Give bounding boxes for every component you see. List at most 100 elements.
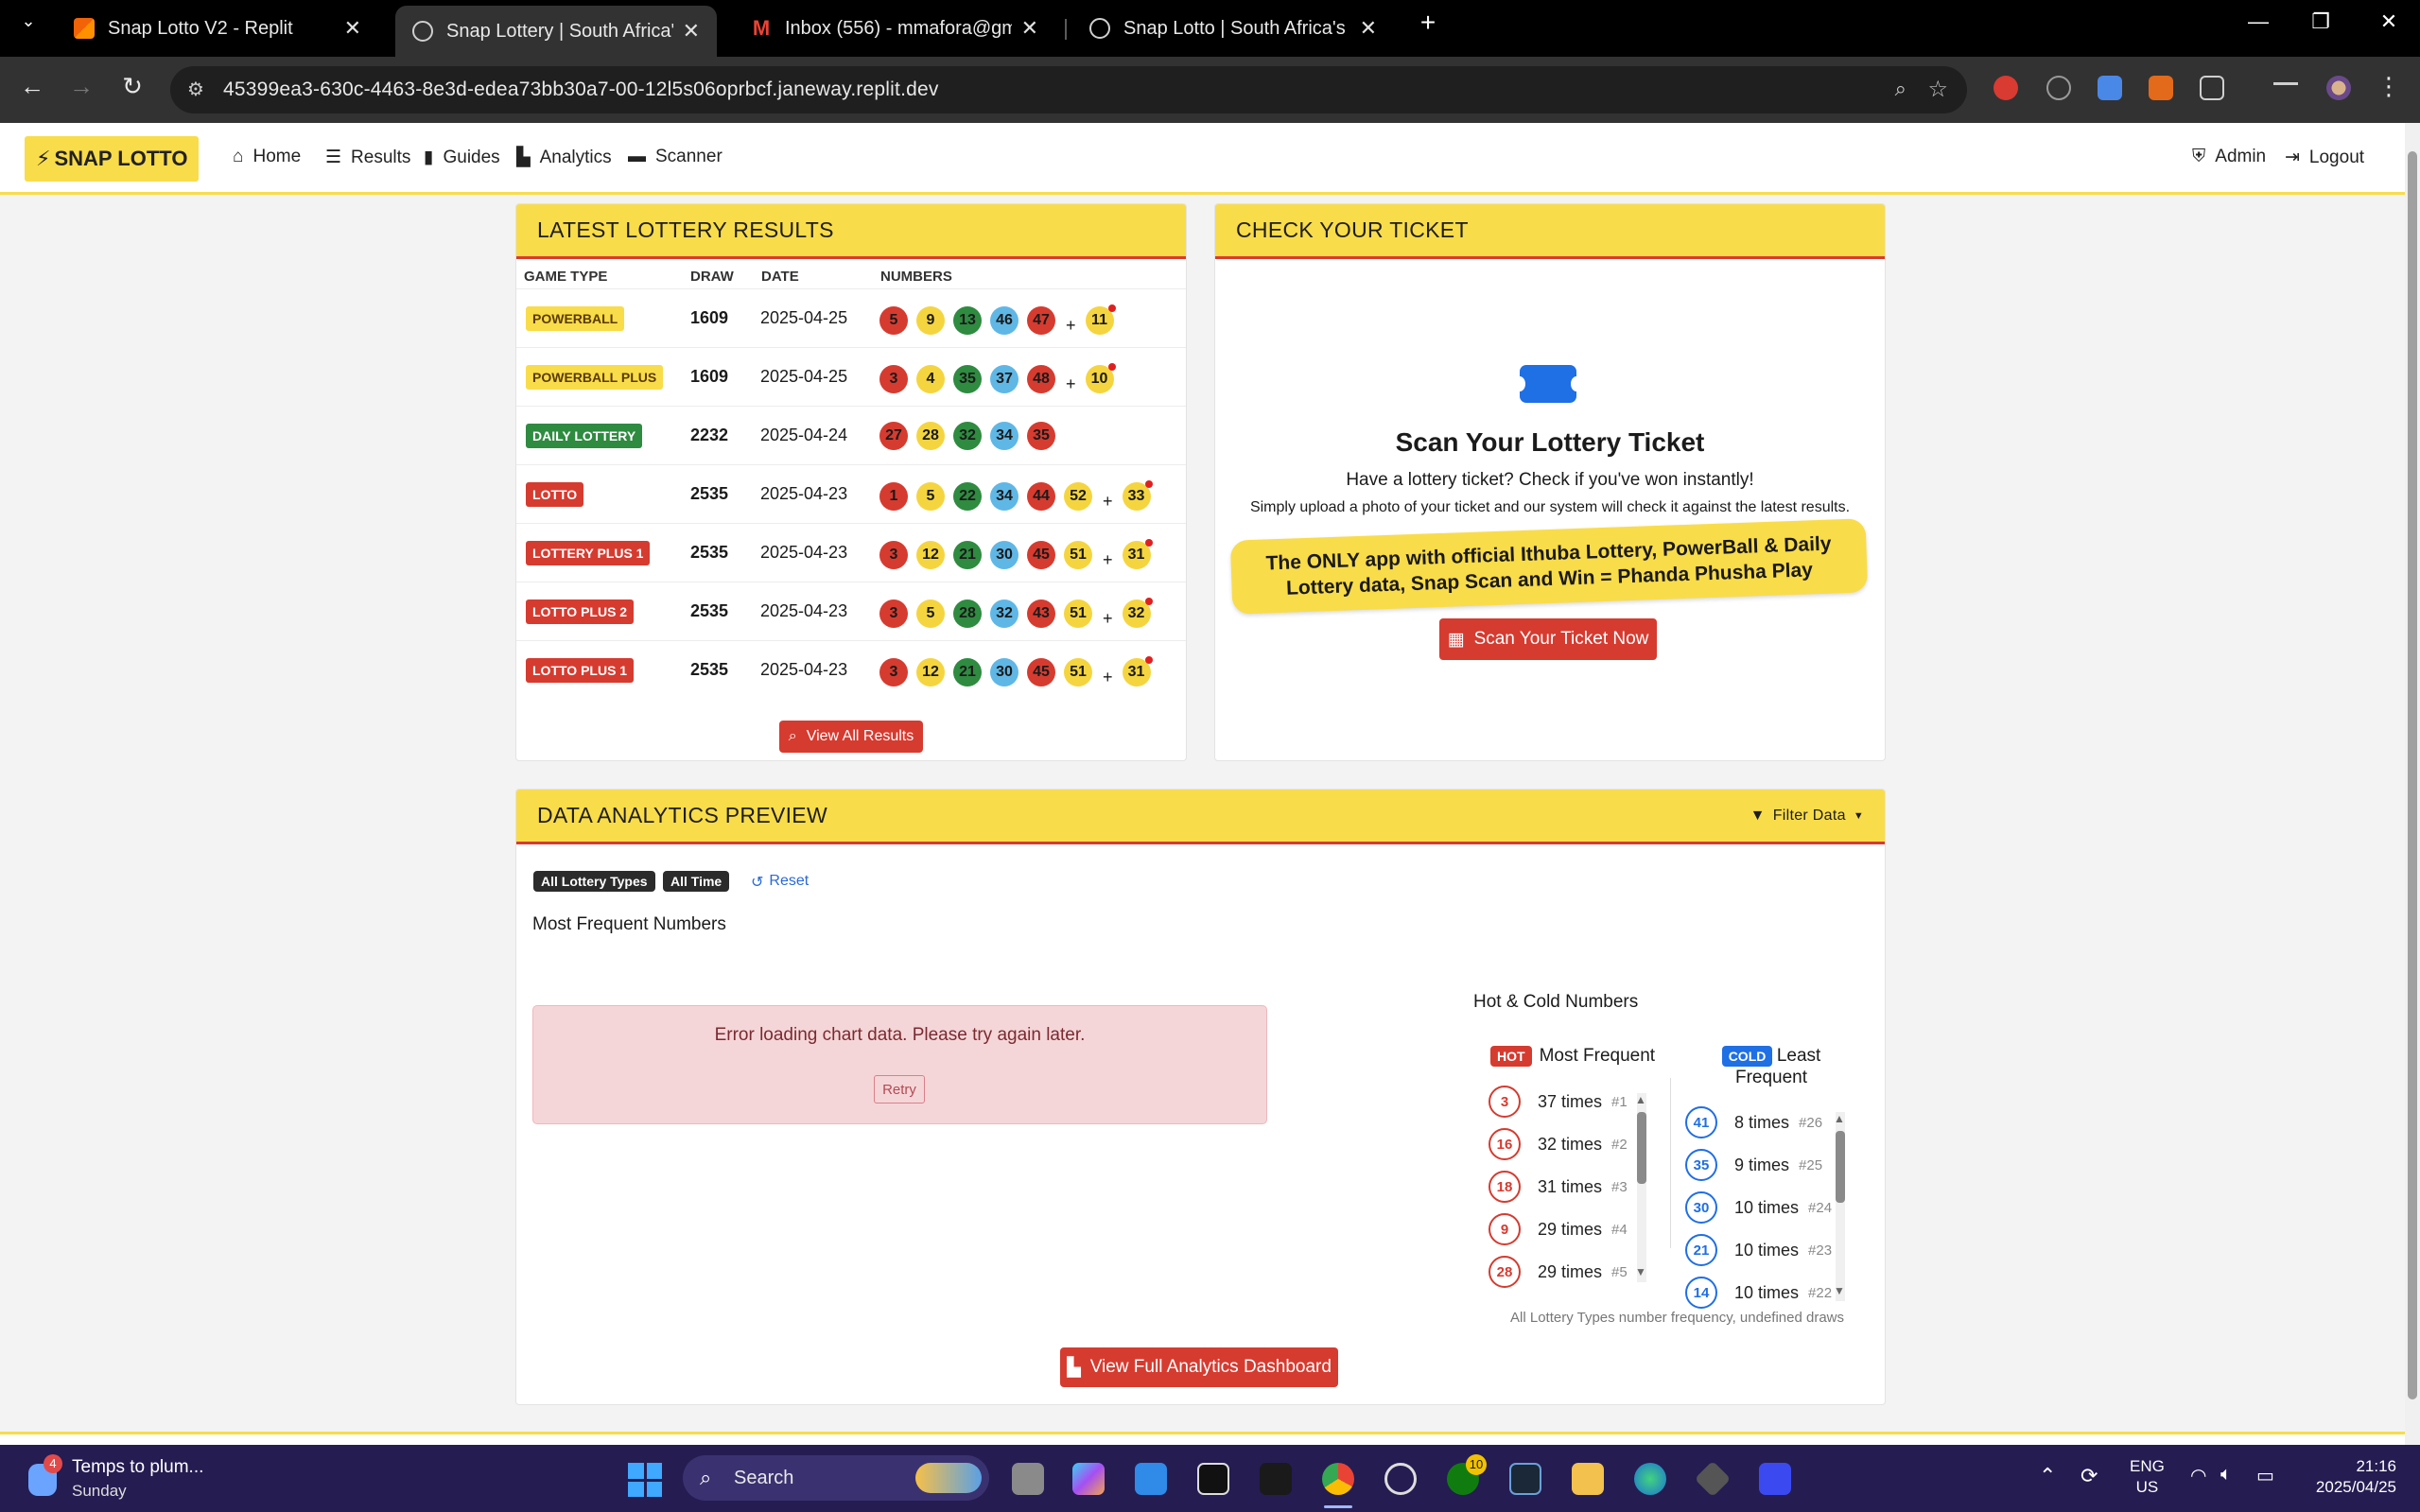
scroll-down-icon[interactable]: ▼ — [1635, 1265, 1646, 1278]
vscode-icon[interactable] — [1135, 1463, 1167, 1495]
taskbar-search[interactable]: ⌕ Search — [683, 1455, 989, 1501]
restore-icon[interactable]: ❐ — [2302, 9, 2340, 34]
forward-icon[interactable]: → — [64, 72, 98, 101]
header-draw: DRAW — [690, 269, 734, 285]
battery-icon[interactable]: ▭ — [2256, 1464, 2274, 1487]
results-row: POWERBALL PLUS 1609 2025-04-25 3 4 35 37 48 +10 — [516, 347, 1186, 406]
nav-home[interactable]: ⌂ Home — [233, 147, 301, 167]
reset-link[interactable]: ↺ Reset — [751, 873, 809, 892]
figma-icon[interactable] — [1260, 1463, 1292, 1495]
results-row: LOTTO PLUS 2 2535 2025-04-23 3 5 28 32 43 51 +32 — [516, 582, 1186, 640]
view-all-results-button[interactable]: ⌕ View All Results — [779, 721, 923, 753]
bonus-ball: 11 — [1085, 304, 1116, 335]
window-close-icon[interactable]: ✕ — [2370, 9, 2408, 34]
task-view-icon[interactable] — [1012, 1463, 1044, 1495]
plus-sign: + — [1066, 316, 1076, 335]
bonus-ball: 31 — [1122, 538, 1153, 569]
wifi-icon[interactable]: ◠ — [2190, 1464, 2206, 1487]
scan-line-1: Have a lottery ticket? Check if you've w… — [1346, 470, 1754, 490]
scan-line-2: Simply upload a photo of your ticket and… — [1249, 499, 1851, 515]
close-icon[interactable]: ✕ — [683, 19, 700, 43]
back-icon[interactable]: ← — [15, 72, 49, 101]
nav-logout[interactable]: ⇥ Logout — [2285, 147, 2364, 168]
menu-kebab-icon[interactable]: ⋮ — [2372, 72, 2406, 101]
hot-list-scrollbar[interactable]: ▲ ▼ — [1635, 1093, 1646, 1282]
close-icon[interactable]: ✕ — [344, 16, 361, 41]
minimize-icon[interactable]: — — [2239, 9, 2277, 34]
app-icon[interactable] — [1759, 1463, 1791, 1495]
frequency-rank: #25 — [1799, 1156, 1823, 1173]
windows-start-icon[interactable] — [628, 1463, 662, 1497]
sync-icon[interactable]: ⟳ — [2081, 1464, 2098, 1488]
frequency-rank: #4 — [1611, 1221, 1628, 1238]
scroll-up-icon[interactable]: ▲ — [1635, 1093, 1646, 1106]
edge-icon[interactable] — [1634, 1463, 1666, 1495]
retry-button[interactable]: Retry — [874, 1075, 925, 1104]
scrollbar-thumb[interactable] — [2408, 151, 2417, 1399]
copilot-icon[interactable] — [1072, 1463, 1105, 1495]
new-tab-icon[interactable]: + — [1409, 8, 1447, 38]
nav-guides[interactable]: ▮ Guides — [424, 147, 500, 168]
github-desktop-icon[interactable] — [1384, 1463, 1417, 1495]
chart-icon: ▙ — [516, 148, 531, 167]
close-icon[interactable]: ✕ — [1021, 16, 1038, 41]
media-control-icon[interactable] — [2273, 82, 2298, 96]
tab-snap-lotto[interactable]: Snap Lotto | South Africa's #1 P ✕ — [1072, 6, 1394, 51]
tab-snap-lottery[interactable]: Snap Lottery | South Africa's #1 ✕ — [395, 6, 717, 57]
steam-icon[interactable] — [1509, 1463, 1541, 1495]
profile-avatar[interactable] — [2326, 76, 2351, 100]
unity-icon[interactable] — [1694, 1460, 1732, 1498]
chrome-icon[interactable] — [1322, 1463, 1354, 1495]
nav-analytics[interactable]: ▙ Analytics — [516, 147, 612, 168]
scan-ticket-button[interactable]: ▦ Scan Your Ticket Now — [1439, 618, 1657, 660]
clock[interactable]: 21:16 2025/04/25 — [2298, 1456, 2396, 1498]
scrollbar-thumb[interactable] — [1637, 1112, 1646, 1184]
brand-logo[interactable]: ⚡ SNAP LOTTO — [25, 136, 200, 182]
plus-sign: + — [1103, 668, 1113, 686]
extension-fox-icon[interactable] — [2149, 76, 2173, 100]
number-ball: 27 — [879, 422, 908, 450]
close-icon[interactable]: ✕ — [1360, 16, 1377, 41]
number-ball: 4 — [916, 364, 945, 393]
bookmark-star-icon[interactable]: ☆ — [1927, 76, 1948, 103]
ticket-icon: ▬ — [628, 147, 646, 166]
address-bar[interactable]: ⚙ 45399ea3-630c-4463-8e3d-edea73bb30a7-0… — [170, 66, 1967, 113]
filter-dropdown[interactable]: ▼ Filter Data ▼ — [1750, 808, 1864, 825]
zoom-icon[interactable]: ⌕ — [1895, 77, 1906, 101]
chevron-up-icon[interactable]: ⌃ — [2039, 1464, 2056, 1488]
scroll-up-icon[interactable]: ▲ — [1834, 1112, 1845, 1125]
scrollbar-thumb[interactable] — [1836, 1131, 1845, 1203]
tab-gmail[interactable]: M Inbox (556) - mmafora@gmail.c ✕ — [734, 6, 1055, 51]
language-indicator[interactable]: ENG US — [2130, 1456, 2165, 1498]
nav-scanner[interactable]: ▬ Scanner — [628, 147, 723, 167]
frequency-count: 32 times — [1538, 1134, 1603, 1154]
cold-number-item: 21 10 times #23 — [1685, 1234, 1832, 1266]
volume-icon[interactable]: 🔈︎ — [2220, 1464, 2232, 1486]
frequency-rank: #2 — [1611, 1136, 1628, 1153]
weather-title[interactable]: Temps to plum... — [72, 1457, 203, 1478]
site-info-icon[interactable]: ⚙ — [187, 78, 204, 101]
extension-circle-icon[interactable] — [2046, 76, 2071, 100]
scroll-down-icon[interactable]: ▼ — [1834, 1284, 1845, 1297]
view-analytics-dashboard-button[interactable]: ▙ View Full Analytics Dashboard — [1060, 1347, 1338, 1387]
reload-icon[interactable]: ↻ — [115, 72, 149, 101]
extension-shield-icon[interactable] — [1993, 76, 2018, 100]
number-circle: 3 — [1489, 1086, 1521, 1118]
number-ball: 9 — [916, 305, 945, 335]
nav-admin[interactable]: ⛨ Admin — [2192, 147, 2266, 167]
page-scrollbar[interactable] — [2405, 123, 2420, 1445]
cursor-app-icon[interactable] — [1197, 1463, 1229, 1495]
tab-search-icon[interactable]: ⌄ — [9, 11, 47, 31]
most-frequent-title: Most Frequent Numbers — [532, 914, 726, 934]
number-ball: 34 — [990, 422, 1018, 450]
view-all-label: View All Results — [806, 728, 914, 744]
number-ball: 35 — [953, 364, 982, 393]
extensions-puzzle-icon[interactable] — [2200, 76, 2224, 100]
file-explorer-icon[interactable] — [1572, 1463, 1604, 1495]
nav-results[interactable]: ☰ Results — [325, 147, 410, 168]
logout-icon: ⇥ — [2285, 148, 2300, 167]
cold-list-scrollbar[interactable]: ▲ ▼ — [1834, 1112, 1845, 1301]
translate-icon[interactable] — [2098, 76, 2122, 100]
tab-replit[interactable]: Snap Lotto V2 - Replit ✕ — [57, 6, 378, 51]
hot-header: HOT Most Frequent — [1490, 1046, 1655, 1067]
